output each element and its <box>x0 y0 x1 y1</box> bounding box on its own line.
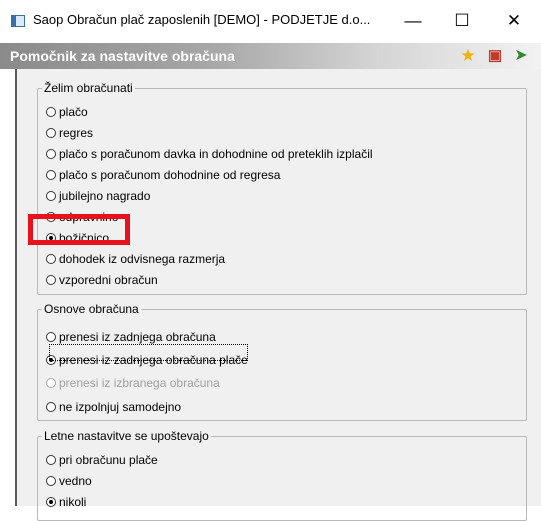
window-title: Saop Obračun plač zaposlenih [DEMO] - PO… <box>33 12 371 27</box>
radio-vzporedni-obracun[interactable]: vzporedni obračun <box>46 271 158 289</box>
radio-button-icon <box>46 378 56 388</box>
radio-button-icon[interactable] <box>46 191 56 201</box>
radio-placo[interactable]: plačo <box>46 103 88 121</box>
group-zelim-legend: Želim obračunati <box>44 81 133 95</box>
radio-button-icon[interactable] <box>46 149 56 159</box>
radio-nikoli[interactable]: nikoli <box>46 493 86 511</box>
group-letne-nastavitve: Letne nastavitve se upoštevajo pri obrač… <box>37 429 527 521</box>
radio-vedno[interactable]: vedno <box>46 472 92 490</box>
radio-button-icon[interactable] <box>46 170 56 180</box>
radio-button-icon[interactable] <box>46 275 56 285</box>
group-letne-legend: Letne nastavitve se upoštevajo <box>44 429 209 443</box>
red-highlight-box <box>28 214 130 245</box>
radio-button-icon[interactable] <box>46 332 56 342</box>
window-titlebar: Saop Obračun plač zaposlenih [DEMO] - PO… <box>0 0 541 43</box>
radio-placo-poracun-dohodnine[interactable]: plačo s poračunom dohodnine od regresa <box>46 166 280 184</box>
radio-button-icon[interactable] <box>46 402 56 412</box>
calculator-icon[interactable]: ▣ <box>485 46 505 66</box>
wizard-panel: Želim obračunati plačo regres plačo s po… <box>15 69 541 521</box>
radio-button-icon[interactable] <box>46 476 56 486</box>
radio-prenesi-izbrani-obracun: prenesi iz izbranega obračuna <box>46 374 220 392</box>
maximize-button[interactable]: ☐ <box>442 8 482 34</box>
radio-regres[interactable]: regres <box>46 124 93 142</box>
radio-button-icon[interactable] <box>46 455 56 465</box>
close-button[interactable]: ✕ <box>494 8 534 34</box>
focus-outline <box>49 344 248 361</box>
radio-button-icon[interactable] <box>46 128 56 138</box>
star-icon[interactable]: ★ <box>458 46 478 66</box>
radio-dohodek-odvisnega-razmerja[interactable]: dohodek iz odvisnega razmerja <box>46 250 225 268</box>
wizard-header: Pomočnik za nastavitve obračuna ★ ▣ ➤ <box>0 43 541 69</box>
radio-pri-obracunu-place[interactable]: pri obračunu plače <box>46 451 158 469</box>
minimize-button[interactable]: — <box>393 8 433 34</box>
radio-ne-izpolnjuj[interactable]: ne izpolnjuj samodejno <box>46 398 181 416</box>
radio-button-icon[interactable] <box>46 107 56 117</box>
app-window-icon <box>11 15 25 27</box>
group-osnove-legend: Osnove obračuna <box>44 302 139 316</box>
exit-icon[interactable]: ➤ <box>511 46 531 66</box>
group-osnove-obracuna: Osnove obračuna prenesi iz zadnjega obra… <box>37 302 527 421</box>
wizard-title: Pomočnik za nastavitve obračuna <box>10 48 235 64</box>
radio-placo-poracun-davka[interactable]: plačo s poračunom davka in dohodnine od … <box>46 145 373 163</box>
radio-jubilejno-nagrado[interactable]: jubilejno nagrado <box>46 187 150 205</box>
radio-button-icon[interactable] <box>46 254 56 264</box>
group-zelim-obracunati: Želim obračunati plačo regres plačo s po… <box>37 81 527 295</box>
